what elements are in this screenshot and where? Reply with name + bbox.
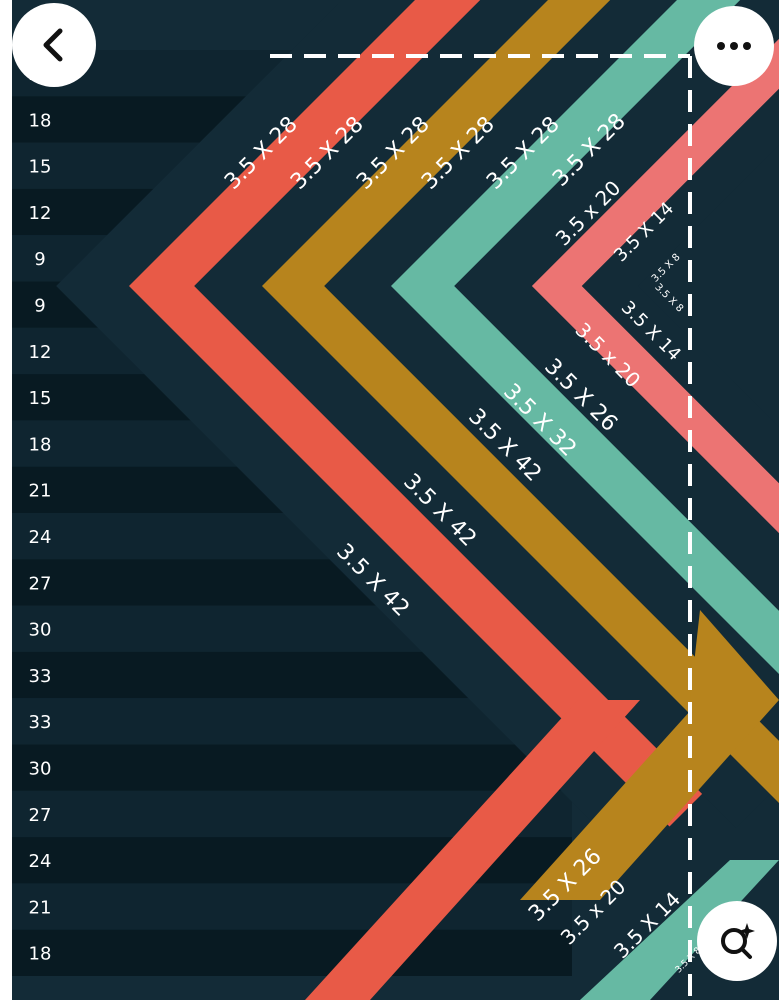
row-label: 9: [34, 249, 45, 270]
row-label: 15: [29, 388, 52, 409]
quilt-diagram: 211815129912151821242730333330272421183.…: [12, 0, 779, 1000]
more-horizontal-icon: [717, 42, 751, 50]
chevron-left-icon: [43, 28, 63, 62]
row-label: 12: [29, 342, 52, 363]
row-label: 27: [29, 805, 52, 826]
row-label: 33: [29, 712, 52, 733]
more-options-button[interactable]: [694, 6, 774, 86]
row-label: 12: [29, 203, 52, 224]
visual-search-icon: [721, 923, 755, 959]
row-label: 9: [34, 296, 45, 317]
row-label: 30: [29, 759, 52, 780]
row-label: 18: [29, 944, 52, 965]
row-stripe: [12, 929, 572, 976]
row-label: 18: [29, 434, 52, 455]
visual-search-button[interactable]: [697, 901, 777, 981]
row-label: 18: [29, 110, 52, 131]
row-label: 24: [29, 527, 52, 548]
row-label: 30: [29, 620, 52, 641]
back-button[interactable]: [12, 3, 96, 87]
row-label: 21: [29, 897, 52, 918]
row-stripe: [12, 744, 572, 791]
row-stripe: [12, 883, 572, 930]
row-label: 33: [29, 666, 52, 687]
row-label: 15: [29, 157, 52, 178]
row-label: 24: [29, 851, 52, 872]
row-label: 21: [29, 481, 52, 502]
row-label: 27: [29, 573, 52, 594]
